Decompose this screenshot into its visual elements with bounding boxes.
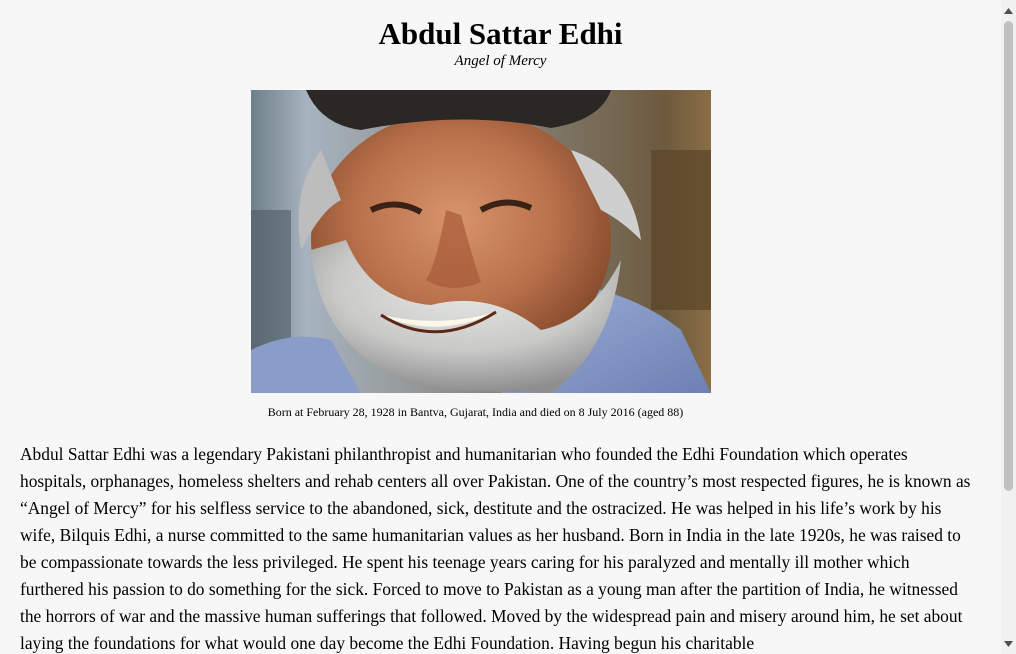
vertical-scrollbar[interactable] [1001, 0, 1016, 654]
page-title: Abdul Sattar Edhi [378, 16, 623, 51]
scroll-down-button[interactable] [1001, 635, 1016, 652]
portrait-image [251, 90, 711, 393]
triangle-up-icon [1004, 7, 1013, 14]
tribute-page: Abdul Sattar Edhi Angel of Mercy Born at… [0, 0, 1001, 654]
triangle-down-icon [1004, 640, 1013, 647]
portrait-caption: Born at February 28, 1928 in Bantva, Guj… [267, 405, 684, 419]
scrollbar-thumb[interactable] [1004, 21, 1013, 491]
page-subtitle: Angel of Mercy [454, 53, 547, 69]
scroll-up-button[interactable] [1001, 2, 1016, 19]
biography-paragraph: Abdul Sattar Edhi was a legendary Pakist… [20, 444, 971, 653]
